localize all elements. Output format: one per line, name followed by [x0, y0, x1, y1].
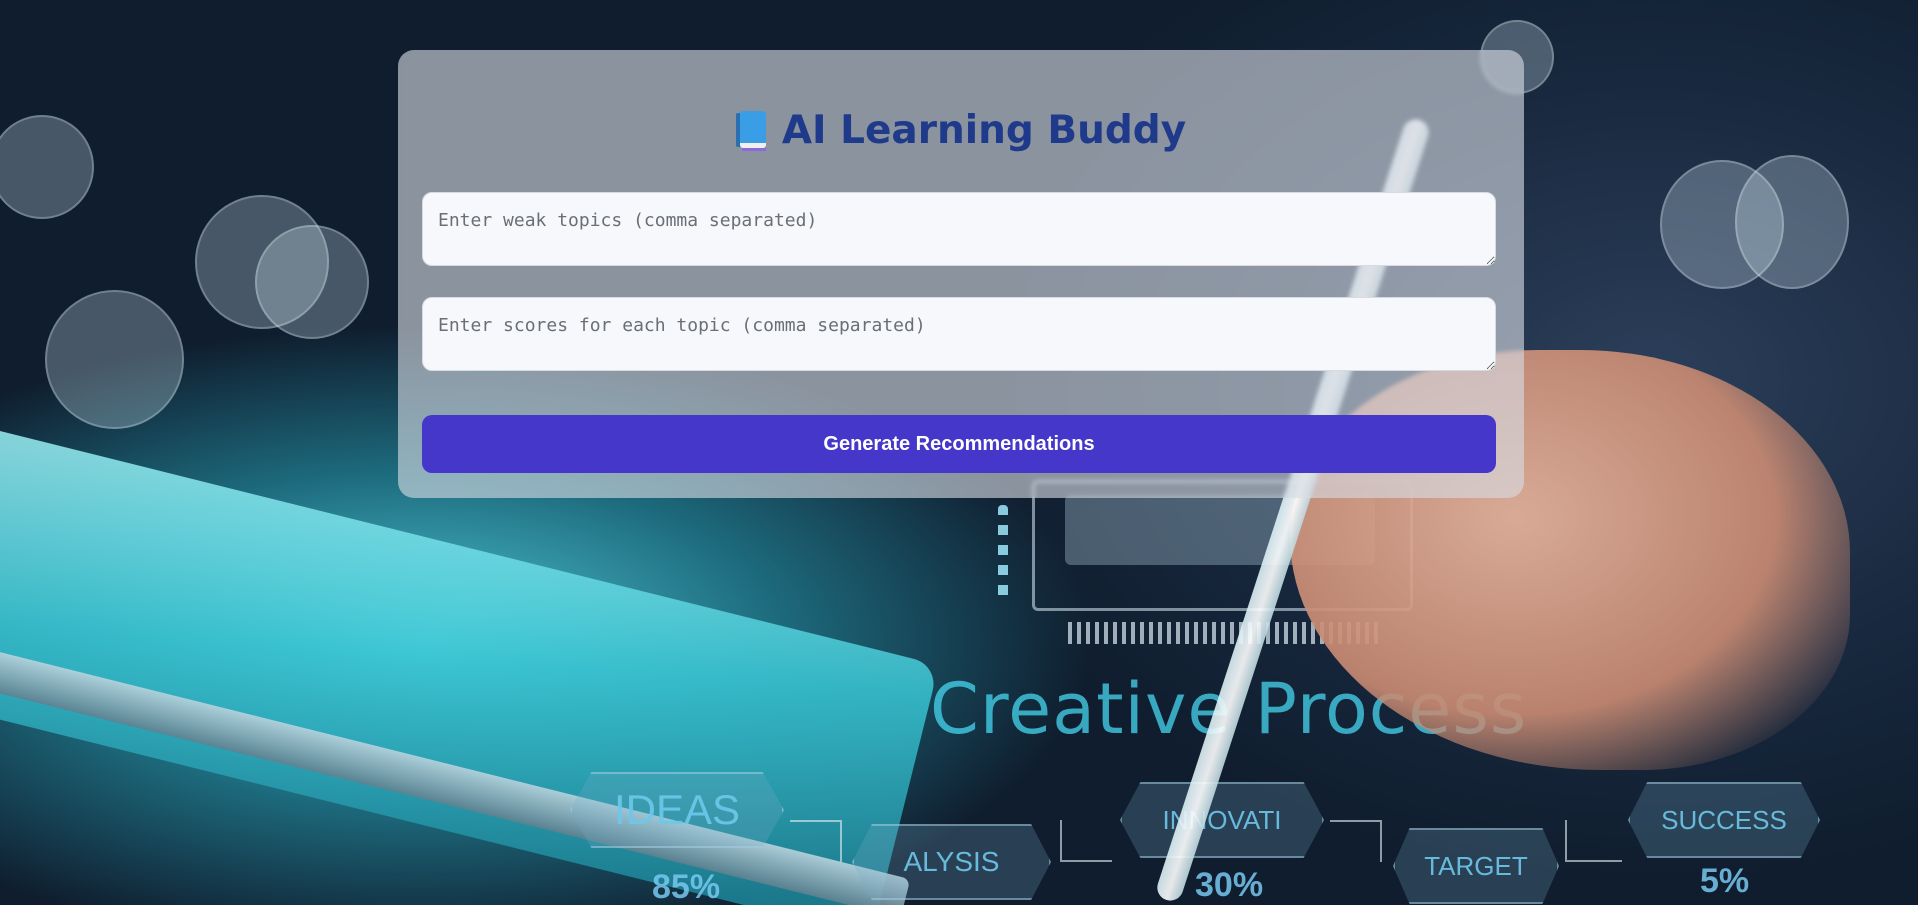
bokeh-circle: [45, 290, 184, 429]
step-hex-success: SUCCESS: [1628, 782, 1820, 858]
weak-topics-input[interactable]: [422, 192, 1496, 266]
book-icon: [735, 111, 766, 151]
page-title-text: AI Learning Buddy: [781, 108, 1187, 153]
connector-line: [1330, 820, 1382, 862]
percent-label: 5%: [1700, 862, 1750, 900]
learning-buddy-card: AI Learning Buddy Generate Recommendatio…: [398, 50, 1524, 498]
bokeh-circle: [255, 225, 369, 339]
step-hex-innovation: INNOVATI: [1120, 782, 1324, 858]
percent-label: 85%: [652, 868, 721, 905]
scores-input[interactable]: [422, 297, 1496, 371]
connector-line: [1565, 820, 1622, 862]
bokeh-circle: [1735, 155, 1849, 289]
step-hex-target: TARGET: [1393, 828, 1559, 904]
bokeh-circle: [0, 115, 94, 219]
connector-line: [790, 820, 842, 862]
generate-recommendations-button[interactable]: Generate Recommendations: [422, 415, 1496, 473]
step-hex-ideas: IDEAS: [570, 772, 784, 848]
step-hex-analysis: ALYSIS: [852, 824, 1051, 900]
connector-line: [1060, 820, 1112, 862]
page-title: AI Learning Buddy: [398, 108, 1524, 153]
percent-label: 30%: [1195, 866, 1264, 904]
dot-column: [998, 505, 1008, 600]
